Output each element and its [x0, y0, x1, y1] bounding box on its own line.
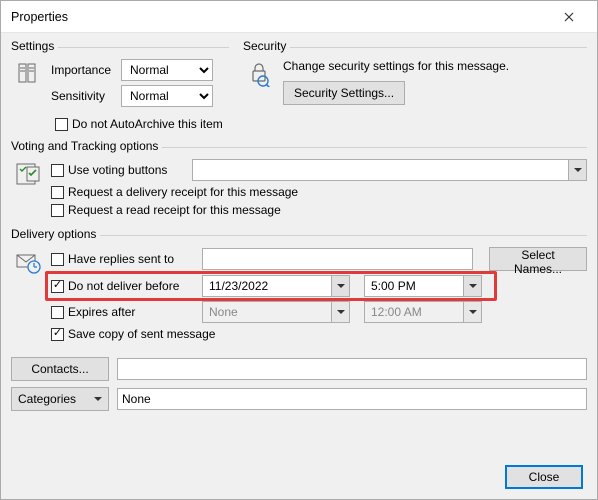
- do-not-deliver-time-combo[interactable]: 5:00 PM: [364, 275, 482, 297]
- importance-select[interactable]: Normal: [121, 59, 213, 81]
- do-not-deliver-label: Do not deliver before: [68, 279, 198, 293]
- voting-buttons-combo[interactable]: [192, 159, 587, 181]
- use-voting-label: Use voting buttons: [68, 163, 188, 177]
- settings-group: Settings Import: [11, 39, 229, 115]
- do-not-deliver-checkbox[interactable]: [51, 280, 64, 293]
- security-description: Change security settings for this messag…: [283, 59, 587, 73]
- settings-legend: Settings: [11, 39, 58, 53]
- security-settings-button[interactable]: Security Settings...: [283, 81, 405, 105]
- select-names-button[interactable]: Select Names...: [489, 247, 587, 271]
- titlebar: Properties: [1, 1, 597, 33]
- expires-after-checkbox[interactable]: [51, 306, 64, 319]
- categories-input[interactable]: [117, 388, 587, 410]
- expires-time-combo[interactable]: 12:00 AM: [364, 301, 482, 323]
- autoarchive-checkbox[interactable]: [55, 118, 68, 131]
- save-copy-checkbox[interactable]: [51, 328, 64, 341]
- ballot-icon: [15, 161, 41, 187]
- contacts-button[interactable]: Contacts...: [11, 357, 109, 381]
- properties-icon: [15, 61, 39, 85]
- expires-date-combo[interactable]: None: [202, 301, 350, 323]
- chevron-down-icon: [331, 302, 349, 322]
- delivery-receipt-label: Request a delivery receipt for this mess…: [68, 185, 298, 199]
- dialog-body: Settings Import: [1, 33, 597, 499]
- close-button[interactable]: Close: [505, 465, 583, 489]
- read-receipt-label: Request a read receipt for this message: [68, 203, 281, 217]
- have-replies-checkbox[interactable]: [51, 253, 64, 266]
- voting-legend: Voting and Tracking options: [11, 139, 162, 153]
- do-not-deliver-date-combo[interactable]: 11/23/2022: [202, 275, 350, 297]
- use-voting-checkbox[interactable]: [51, 164, 64, 177]
- sensitivity-label: Sensitivity: [51, 89, 121, 103]
- close-window-button[interactable]: [549, 3, 589, 31]
- autoarchive-label: Do not AutoArchive this item: [72, 117, 223, 131]
- contacts-input[interactable]: [117, 358, 587, 380]
- chevron-down-icon: [568, 160, 586, 180]
- security-group: Security Change security settings for th…: [243, 39, 587, 115]
- voting-tracking-group: Voting and Tracking options Use voting b…: [11, 139, 587, 225]
- sensitivity-select[interactable]: Normal: [121, 85, 213, 107]
- delivery-options-group: Delivery options Have replies se: [11, 227, 587, 349]
- save-copy-label: Save copy of sent message: [68, 327, 215, 341]
- chevron-down-icon: [463, 276, 481, 296]
- close-icon: [564, 12, 574, 22]
- envelope-clock-icon: [15, 249, 41, 275]
- window-title: Properties: [11, 10, 549, 24]
- delivery-legend: Delivery options: [11, 227, 100, 241]
- importance-label: Importance: [51, 63, 121, 77]
- have-replies-label: Have replies sent to: [68, 252, 198, 266]
- delivery-receipt-checkbox[interactable]: [51, 186, 64, 199]
- properties-dialog: Properties Settings: [0, 0, 598, 500]
- expires-after-label: Expires after: [68, 305, 198, 319]
- read-receipt-checkbox[interactable]: [51, 204, 64, 217]
- chevron-down-icon: [331, 276, 349, 296]
- categories-button[interactable]: Categories: [11, 387, 109, 411]
- have-replies-input[interactable]: [202, 248, 473, 270]
- chevron-down-icon: [463, 302, 481, 322]
- security-legend: Security: [243, 39, 290, 53]
- chevron-down-icon: [94, 397, 102, 401]
- lock-icon: [247, 61, 271, 87]
